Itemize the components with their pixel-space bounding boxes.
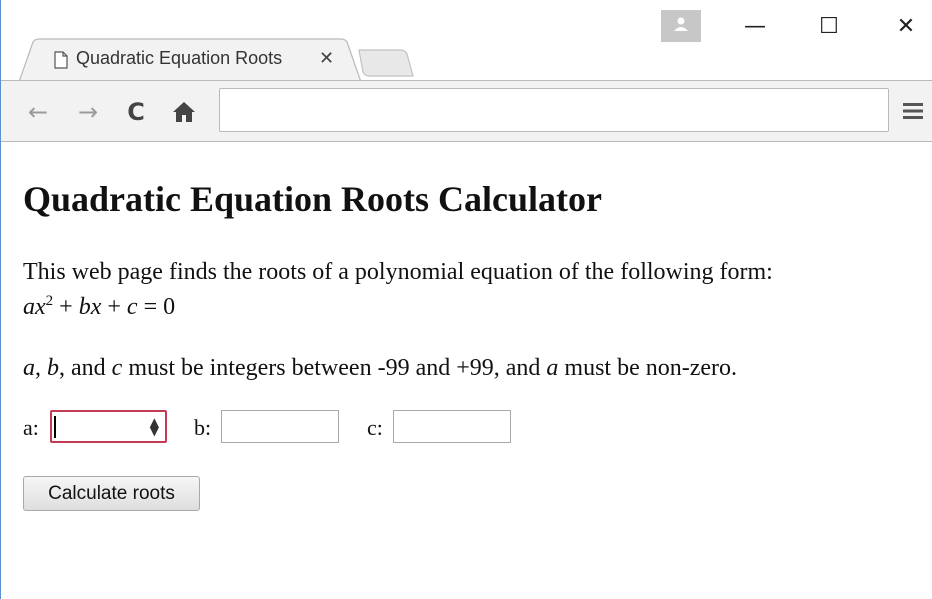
calculate-roots-button[interactable]: Calculate roots [23, 476, 200, 511]
forward-icon[interactable]: → [73, 98, 103, 126]
eq-plus2: + [101, 294, 127, 320]
spinner-icon[interactable]: ▲ ▼ [150, 416, 159, 437]
eq-plus1: + [53, 294, 79, 320]
c-label: c: [367, 415, 383, 440]
a-input[interactable]: ▲ ▼ [50, 410, 167, 443]
constraint-b: b [47, 355, 59, 381]
eq-equals: = 0 [137, 294, 176, 320]
eq-c: c [126, 294, 138, 320]
b-input[interactable] [221, 410, 339, 443]
close-window-button[interactable]: ✕ [886, 14, 926, 44]
eq-x2: x [90, 294, 102, 320]
equation: ax2 + bx + c = 0 [23, 293, 175, 321]
constraint-c: c [111, 355, 123, 381]
constraint-a: a [23, 355, 35, 381]
eq-b: b [78, 294, 91, 320]
constraint-a2: a [546, 355, 559, 381]
menu-icon[interactable] [903, 102, 923, 120]
minimize-button[interactable]: — [735, 14, 775, 44]
maximize-button[interactable]: ☐ [809, 14, 849, 44]
constraint-text: a, b, and c must be integers between -99… [23, 355, 737, 382]
page-title: Quadratic Equation Roots Calculator [23, 179, 603, 219]
eq-a: a [23, 294, 35, 320]
tab-title: Quadratic Equation Roots [76, 48, 283, 68]
new-tab-button[interactable] [357, 48, 415, 78]
back-icon[interactable]: ← [23, 98, 53, 126]
constraint-mid: must be integers between -99 and +99, an… [122, 355, 547, 381]
b-label: b: [194, 415, 212, 440]
constraint-end: must be non-zero. [558, 355, 738, 381]
user-icon [674, 17, 688, 31]
reload-icon[interactable]: C [121, 98, 151, 126]
intro-text: This web page finds the roots of a polyn… [23, 259, 773, 285]
constraint-sep2: , and [59, 355, 112, 381]
constraint-sep1: , [35, 355, 47, 381]
a-label: a: [23, 415, 39, 440]
page-icon [54, 51, 68, 69]
eq-x1: x [35, 294, 46, 320]
browser-window: Quadratic Equation Roots ✕ — ☐ ✕ ← → C Q… [0, 0, 932, 599]
address-bar[interactable] [219, 88, 889, 132]
tab-close-icon[interactable]: ✕ [319, 48, 334, 69]
profile-button[interactable] [661, 10, 701, 42]
home-icon[interactable] [171, 100, 197, 124]
c-input[interactable] [393, 410, 511, 443]
text-caret [54, 416, 56, 438]
